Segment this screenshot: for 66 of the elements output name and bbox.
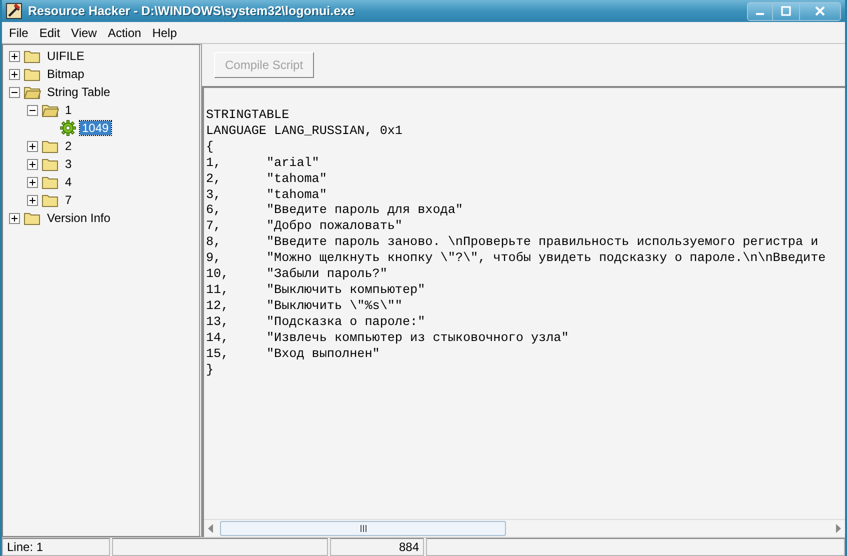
code-line: 13, "Подсказка о пароле:": [206, 314, 426, 331]
script-editor[interactable]: [202, 88, 845, 537]
tree-item[interactable]: 2: [63, 139, 74, 153]
code-line: 9, "Можно щелкнуть кнопку \"?\", чтобы увидеть подсказку о пароле.\n\nВведите: [206, 251, 827, 268]
tree-item[interactable]: Bitmap: [45, 67, 86, 81]
menu-item[interactable]: Help: [147, 26, 183, 40]
horizontal-scrollbar[interactable]: [204, 519, 845, 537]
tree-item[interactable]: 3: [63, 157, 74, 171]
status-cell: Line: 1: [2, 538, 110, 556]
tree-item[interactable]: UIFILE: [45, 49, 86, 63]
folder-icon: [24, 211, 41, 225]
open-folder-icon: [24, 85, 41, 99]
scroll-right-icon[interactable]: [835, 524, 841, 533]
tree-item[interactable]: Version Info: [45, 211, 112, 225]
expand-icon[interactable]: [27, 176, 38, 188]
expand-icon[interactable]: [9, 212, 20, 224]
menu-item[interactable]: Action: [102, 26, 148, 40]
close-icon: [815, 6, 825, 16]
code-line: {: [206, 140, 215, 156]
folder-icon: [24, 67, 41, 81]
status-cell: 884: [330, 538, 424, 556]
code-line: 15, "Вход выполнен": [206, 346, 381, 362]
code-line: 6, "Введите пароль для входа": [206, 203, 464, 220]
close-button[interactable]: [799, 2, 840, 20]
window-title: Resource Hacker - D:\WINDOWS\system32\logonui.exe: [28, 4, 356, 18]
folder-icon: [42, 139, 59, 153]
tree-item[interactable]: 1049: [80, 121, 111, 135]
code-line: 7, "Добро пожаловать": [206, 219, 404, 236]
code-line: STRINGTABLE: [206, 108, 290, 124]
folder-icon: [42, 175, 59, 189]
scroll-left-icon[interactable]: [208, 524, 214, 533]
expand-icon[interactable]: [27, 158, 38, 170]
folder-icon: [42, 193, 59, 207]
menu-item[interactable]: Edit: [34, 26, 66, 40]
code-line: 8, "Введите пароль заново. \nПроверьте правильность используемого регистра и: [206, 235, 820, 252]
app-icon: [6, 3, 22, 19]
collapse-icon[interactable]: [27, 104, 38, 116]
expand-icon[interactable]: [9, 68, 20, 80]
folder-icon: [24, 49, 41, 63]
code-line: 11, "Выключить компьютер": [206, 282, 426, 299]
tree-item[interactable]: String Table: [45, 85, 112, 99]
tree-item[interactable]: 4: [63, 175, 74, 189]
tree-item[interactable]: 1: [63, 103, 74, 117]
code-line: LANGUAGE LANG_RUSSIAN, 0x1: [206, 124, 404, 140]
maximize-button[interactable]: [772, 2, 799, 20]
code-line: 2, "tahoma": [206, 172, 328, 188]
collapse-icon[interactable]: [9, 86, 20, 98]
expand-icon[interactable]: [9, 50, 20, 62]
open-folder-icon: [42, 103, 59, 117]
tree-item[interactable]: 7: [63, 193, 74, 207]
expand-icon[interactable]: [27, 140, 38, 152]
code-line: }: [206, 362, 215, 378]
code-line: 3, "tahoma": [206, 188, 328, 204]
menu-item[interactable]: View: [66, 26, 103, 40]
scroll-thumb[interactable]: [220, 521, 506, 536]
minimize-button[interactable]: [748, 2, 772, 20]
code-line: 10, "Забыли пароль?": [206, 267, 388, 283]
code-line: 12, "Выключить \"%s\"": [206, 298, 404, 315]
menu-item[interactable]: File: [4, 26, 34, 40]
maximize-icon: [781, 6, 791, 16]
minimize-icon: [756, 13, 764, 15]
code-line: 1, "arial": [206, 156, 320, 172]
gear-icon: [60, 120, 76, 136]
folder-icon: [42, 157, 59, 171]
code-line: 14, "Извлечь компьютер из стыковочного узла": [206, 330, 570, 347]
expand-icon[interactable]: [27, 194, 38, 206]
